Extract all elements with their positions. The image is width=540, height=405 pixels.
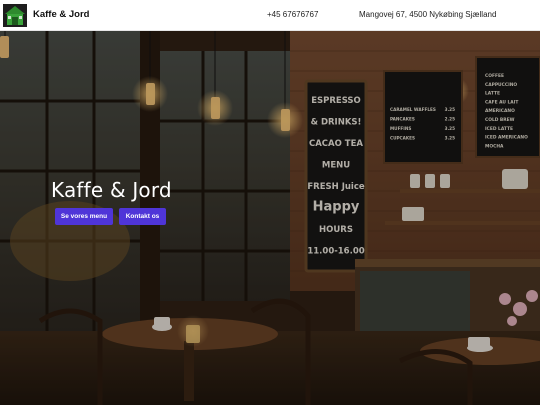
cafe-house-logo-icon[interactable] [3,4,27,27]
contact-button[interactable]: Kontakt os [119,208,166,225]
phone-number[interactable]: +45 67676767 [267,10,318,19]
hero-section: ESPRESSO & DRINKS! CACAO TEA MENU FRESH Juic… [0,31,540,405]
address: Mangovej 67, 4500 Nykøbing Sjælland [359,10,497,19]
brand-name[interactable]: Kaffe & Jord [33,9,89,20]
hero-title: Kaffe & Jord [51,178,172,202]
see-menu-button[interactable]: Se vores menu [55,208,113,225]
site-header: Kaffe & Jord +45 67676767 Mangovej 67, 4… [0,0,540,31]
